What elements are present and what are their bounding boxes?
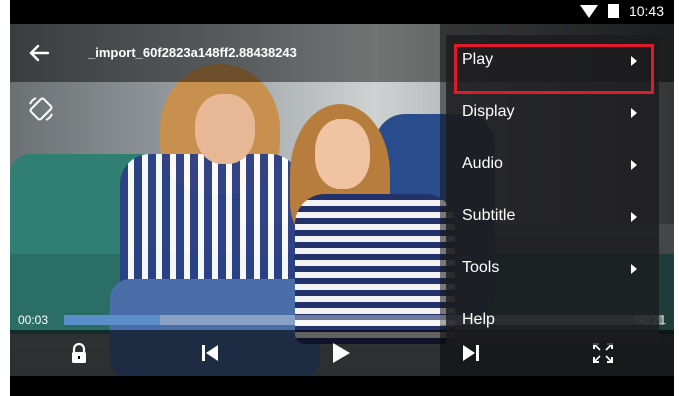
rotate-screen-icon[interactable] (26, 94, 56, 124)
lock-icon[interactable] (66, 340, 92, 366)
chevron-right-icon (631, 108, 637, 118)
menu-item-tools[interactable]: Tools (446, 243, 659, 295)
skip-previous-icon[interactable] (197, 340, 223, 366)
menu-item-display[interactable]: Display (446, 87, 659, 139)
player-screen: 10:43 _import_60f2823a148ff2.88438243 00… (10, 0, 674, 396)
play-icon[interactable] (328, 340, 354, 366)
menu-item-subtitle[interactable]: Subtitle (446, 191, 659, 243)
chevron-right-icon (631, 212, 637, 222)
video-frame-girl-face (315, 119, 370, 189)
current-time: 00:03 (18, 313, 49, 327)
bottom-strip (10, 376, 674, 396)
menu-item-label: Display (462, 103, 515, 120)
menu-item-label: Subtitle (462, 207, 516, 224)
video-frame-woman-face (195, 94, 255, 164)
menu-item-label: Tools (462, 259, 500, 276)
seek-bar-progress (64, 315, 160, 325)
wifi-icon (579, 4, 598, 18)
video-title: _import_60f2823a148ff2.88438243 (88, 45, 297, 60)
chevron-right-icon (631, 264, 637, 274)
highlight-box (454, 44, 654, 94)
menu-item-label: Help (462, 311, 495, 328)
status-time: 10:43 (628, 3, 664, 19)
battery-icon (607, 4, 619, 18)
chevron-right-icon (631, 160, 637, 170)
menu-item-label: Audio (462, 155, 503, 172)
back-arrow-icon[interactable] (28, 42, 50, 64)
menu-item-audio[interactable]: Audio (446, 139, 659, 191)
menu-item-help[interactable]: Help (446, 295, 659, 347)
status-bar: 10:43 (10, 0, 674, 24)
